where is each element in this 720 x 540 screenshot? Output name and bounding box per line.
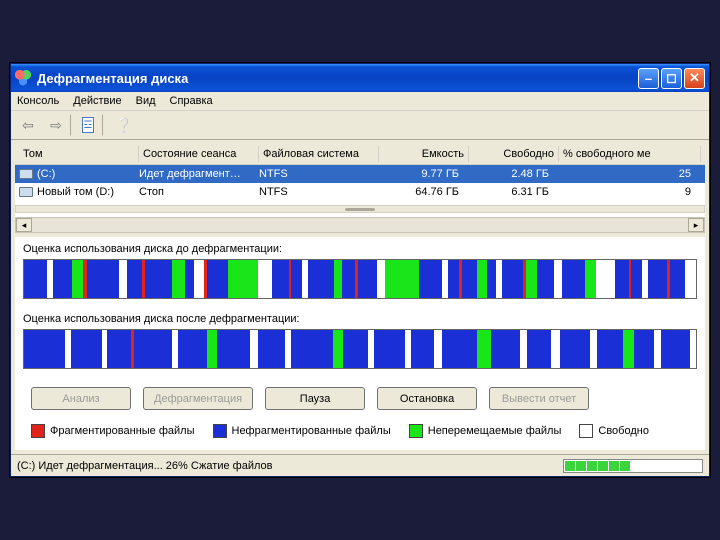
menu-view[interactable]: Вид (136, 95, 156, 107)
label-after: Оценка использования диска после дефрагм… (15, 307, 705, 327)
analyze-button: Анализ (31, 387, 131, 410)
legend: Фрагментированные файлы Нефрагментирован… (15, 414, 705, 446)
drive-icon (19, 187, 33, 197)
status-text: (C:) Идет дефрагментация... 26% Сжатие ф… (17, 460, 272, 472)
maximize-button[interactable]: ◻ (661, 68, 682, 89)
help-button[interactable]: ❔ (113, 114, 135, 136)
properties-icon: ☲ (82, 117, 94, 133)
volumes-pane: Том Состояние сеанса Файловая система Ем… (15, 144, 705, 233)
col-capacity[interactable]: Емкость (379, 146, 469, 162)
col-volume[interactable]: Том (19, 146, 139, 162)
legend-unmovable: Неперемещаемые файлы (409, 424, 562, 438)
stop-button[interactable]: Остановка (377, 387, 477, 410)
progress-bar (563, 459, 703, 473)
swatch-green-icon (409, 424, 423, 438)
pane-splitter[interactable] (15, 205, 705, 213)
usage-map-after (23, 329, 697, 369)
action-buttons: Анализ Дефрагментация Пауза Остановка Вы… (15, 377, 705, 414)
app-icon (15, 70, 31, 86)
drive-icon (19, 169, 33, 179)
arrow-left-icon: ⇦ (22, 117, 34, 134)
swatch-red-icon (31, 424, 45, 438)
forward-button[interactable]: ⇨ (49, 114, 71, 136)
swatch-white-icon (579, 424, 593, 438)
defrag-button: Дефрагментация (143, 387, 253, 410)
help-icon: ❔ (115, 117, 132, 134)
col-pct-free[interactable]: % свободного ме (559, 146, 701, 162)
label-before: Оценка использования диска до дефрагмент… (15, 237, 705, 257)
close-button[interactable]: ✕ (684, 68, 705, 89)
volumes-header: Том Состояние сеанса Файловая система Ем… (15, 144, 705, 165)
table-row[interactable]: Новый том (D:)СтопNTFS64.76 ГБ6.31 ГБ9 (15, 183, 705, 201)
col-free[interactable]: Свободно (469, 146, 559, 162)
status-bar: (C:) Идет дефрагментация... 26% Сжатие ф… (11, 454, 709, 476)
titlebar[interactable]: Дефрагментация диска – ◻ ✕ (11, 64, 709, 92)
usage-pane: Оценка использования диска до дефрагмент… (15, 237, 705, 450)
minimize-button[interactable]: – (638, 68, 659, 89)
back-button[interactable]: ⇦ (17, 114, 39, 136)
menu-action[interactable]: Действие (73, 95, 121, 107)
arrow-right-icon: ⇨ (50, 117, 62, 134)
legend-contiguous: Нефрагментированные файлы (213, 424, 391, 438)
col-session-state[interactable]: Состояние сеанса (139, 146, 259, 162)
legend-fragmented: Фрагментированные файлы (31, 424, 195, 438)
horizontal-scrollbar[interactable]: ◂ ▸ (15, 217, 705, 233)
defrag-window: Дефрагментация диска – ◻ ✕ Консоль Дейст… (10, 63, 710, 477)
scroll-left-button[interactable]: ◂ (16, 218, 32, 232)
window-title: Дефрагментация диска (37, 71, 188, 86)
report-button: Вывести отчет (489, 387, 589, 410)
menu-bar: Консоль Действие Вид Справка (11, 92, 709, 111)
usage-map-before (23, 259, 697, 299)
toolbar: ⇦ ⇨ ☲ ❔ (11, 111, 709, 140)
table-row[interactable]: (C:)Идет дефрагмент…NTFS9.77 ГБ2.48 ГБ25 (15, 165, 705, 183)
col-filesystem[interactable]: Файловая система (259, 146, 379, 162)
pause-button[interactable]: Пауза (265, 387, 365, 410)
swatch-blue-icon (213, 424, 227, 438)
scroll-right-button[interactable]: ▸ (688, 218, 704, 232)
menu-help[interactable]: Справка (170, 95, 213, 107)
legend-free: Свободно (579, 424, 649, 438)
menu-console[interactable]: Консоль (17, 95, 59, 107)
properties-button[interactable]: ☲ (81, 114, 103, 136)
